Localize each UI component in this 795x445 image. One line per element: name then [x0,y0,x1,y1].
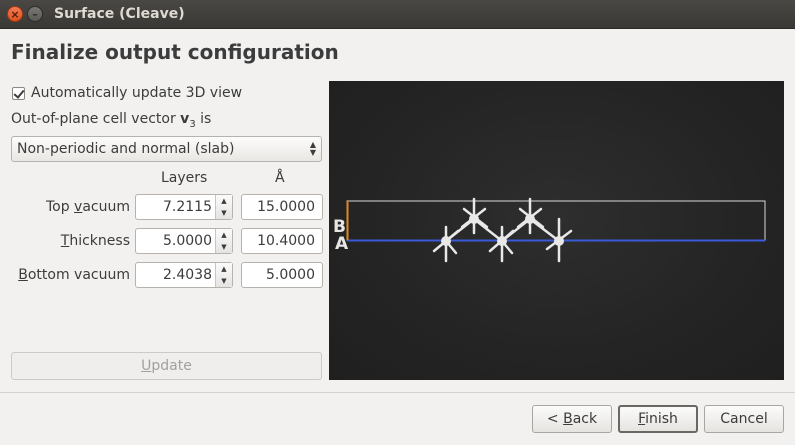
bonds [432,197,573,263]
atom [441,236,451,246]
thickness-label-post: hickness [69,233,130,249]
window-title: Surface (Cleave) [54,6,185,22]
cell-vector-prefix: Out-of-plane cell vector [11,111,181,127]
atom [497,236,507,246]
back-button[interactable]: < Back [532,405,612,433]
cancel-button[interactable]: Cancel [704,405,784,433]
cell-box [346,200,766,241]
top-vacuum-label: Top vacuum [46,199,130,215]
back-prefix: < [546,411,564,427]
spin-up-icon[interactable]: ▲ [216,229,232,241]
update-button[interactable]: Update [11,352,322,380]
spin-down-icon[interactable]: ▼ [216,275,232,287]
top-vacuum-layers-value: 7.2115 [163,199,212,215]
label-a: A [335,234,349,254]
column-header-angstrom: Å [275,170,285,186]
thickness-label: Thickness [61,233,130,249]
bottom-vacuum-layers-spinbox[interactable]: 2.4038 ▲ ▼ [135,262,233,288]
bottom-vacuum-mnemonic: B [18,267,28,283]
3d-viewport[interactable]: B A [329,81,784,380]
atom [525,214,535,224]
spin-buttons[interactable]: ▲ ▼ [215,229,232,253]
combobox-value: Non-periodic and normal (slab) [17,141,235,157]
auto-update-label: Automatically update 3D view [31,85,243,101]
slab-type-combobox[interactable]: Non-periodic and normal (slab) ▲ ▼ [11,136,322,162]
bottom-vacuum-label-post: ottom vacuum [27,267,130,283]
spin-down-icon[interactable]: ▼ [216,241,232,253]
spin-down-icon[interactable]: ▼ [216,207,232,219]
column-header-layers: Layers [161,170,208,186]
structure-view[interactable]: B A [329,81,784,380]
auto-update-checkbox-row[interactable]: Automatically update 3D view [12,84,242,102]
thickness-layers-spinbox[interactable]: 5.0000 ▲ ▼ [135,228,233,254]
bottom-vacuum-angstrom-field[interactable]: 5.0000 [241,262,323,288]
cell-vector-label: Out-of-plane cell vector v3 is [11,111,211,130]
atom [469,214,479,224]
footer-separator [0,392,795,393]
top-vacuum-angstrom-field[interactable]: 15.0000 [241,194,323,220]
auto-update-checkbox[interactable] [12,86,25,100]
cell-vector-suffix: is [195,111,212,127]
cell-vector-symbol: v [180,111,190,127]
update-mnemonic: U [141,358,152,374]
combobox-arrows-icon: ▲ ▼ [309,140,316,157]
title-bar: × – Surface (Cleave) [0,0,795,29]
finish-button[interactable]: Finish [618,405,698,433]
finish-label-rest: inish [645,411,678,427]
close-icon[interactable]: × [7,6,23,22]
spin-up-icon[interactable]: ▲ [216,195,232,207]
back-mnemonic: B [563,411,573,427]
spin-buttons[interactable]: ▲ ▼ [215,195,232,219]
spin-buttons[interactable]: ▲ ▼ [215,263,232,287]
minimize-icon[interactable]: – [27,6,43,22]
top-vacuum-label-post: acuum [82,199,130,215]
update-label-rest: pdate [151,358,192,374]
back-label-rest: ack [572,411,598,427]
top-vacuum-label-pre: Top [45,199,75,215]
atom [554,236,564,246]
bottom-vacuum-label: Bottom vacuum [18,267,130,283]
thickness-angstrom-field[interactable]: 10.4000 [241,228,323,254]
spin-up-icon[interactable]: ▲ [216,263,232,275]
thickness-layers-value: 5.0000 [163,233,212,249]
page-title: Finalize output configuration [11,40,339,64]
top-vacuum-layers-spinbox[interactable]: 7.2115 ▲ ▼ [135,194,233,220]
bottom-vacuum-layers-value: 2.4038 [163,267,212,283]
